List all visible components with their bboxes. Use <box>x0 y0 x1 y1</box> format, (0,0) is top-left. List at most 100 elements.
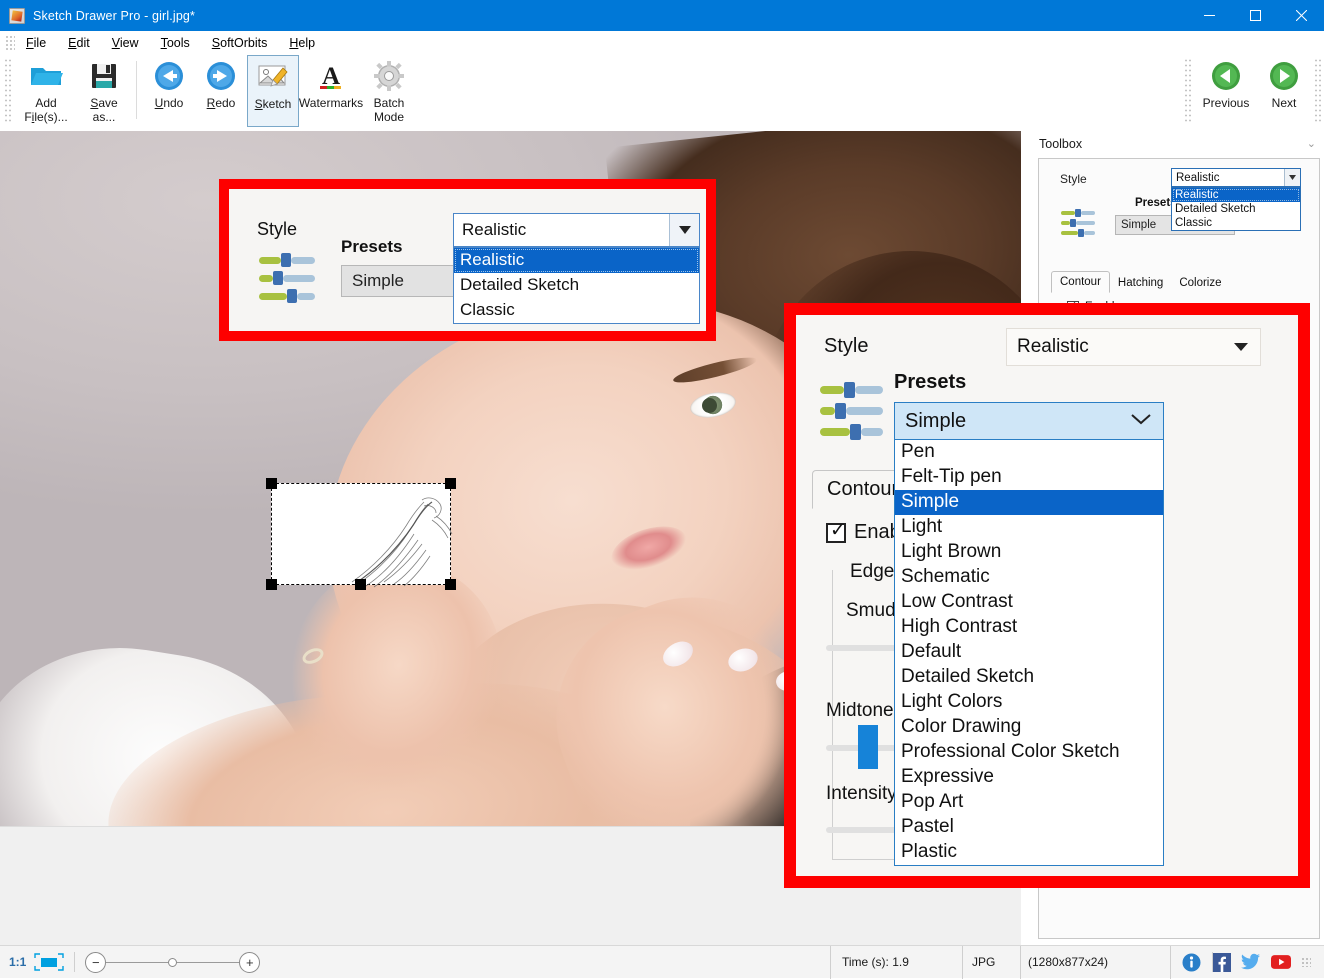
menu-item-help[interactable]: Help <box>278 33 326 53</box>
sliders-icon <box>1059 205 1097 248</box>
resize-grip-icon[interactable] <box>1301 957 1311 967</box>
preset-option-color-drawing[interactable]: Color Drawing <box>895 715 1163 740</box>
next-label: Next <box>1272 96 1297 110</box>
selection-handle-bottom-left[interactable] <box>266 579 277 590</box>
toolbox-style-combo[interactable]: Realistic <box>1171 168 1301 187</box>
toolbar-nav-group: Previous Next <box>1180 55 1324 127</box>
callout-presets-combo[interactable]: Simple <box>894 402 1164 440</box>
preset-option-plastic[interactable]: Plastic <box>895 840 1163 865</box>
selection-handle-bottom-center[interactable] <box>355 579 366 590</box>
chevron-down-icon[interactable] <box>1234 338 1248 356</box>
preset-option-light-brown[interactable]: Light Brown <box>895 540 1163 565</box>
preset-option-expressive[interactable]: Expressive <box>895 765 1163 790</box>
photo-pupil <box>702 398 717 413</box>
zoom-ratio-label[interactable]: 1:1 <box>9 955 26 969</box>
close-button[interactable] <box>1278 0 1324 31</box>
selection-marquee[interactable] <box>271 483 451 585</box>
floppy-disk-icon <box>90 59 118 93</box>
checkbox-icon[interactable] <box>826 523 846 543</box>
callout-style-combo[interactable]: Realistic <box>453 213 700 247</box>
callout-style-option-detailed-sketch[interactable]: Detailed Sketch <box>454 273 699 298</box>
preset-option-light[interactable]: Light <box>895 515 1163 540</box>
next-button[interactable]: Next <box>1258 55 1310 127</box>
menu-grip-icon <box>5 35 15 51</box>
selection-handle-top-left[interactable] <box>266 478 277 489</box>
chevron-down-icon[interactable]: ⌄ <box>1307 137 1316 150</box>
preset-option-pastel[interactable]: Pastel <box>895 815 1163 840</box>
preset-option-detailed-sketch[interactable]: Detailed Sketch <box>895 665 1163 690</box>
toolbox-style-option-classic[interactable]: Classic <box>1172 216 1300 230</box>
previous-button[interactable]: Previous <box>1194 55 1258 127</box>
preset-option-pen[interactable]: Pen <box>895 440 1163 465</box>
chevron-down-icon[interactable] <box>669 214 699 246</box>
toolbar: Add File(s)... Save as... <box>0 55 1324 131</box>
callout-presets-dropdown-list[interactable]: Pen Felt-Tip pen Simple Light Light Brow… <box>894 440 1164 866</box>
zoom-slider-thumb[interactable] <box>168 958 177 967</box>
chevron-down-icon[interactable] <box>1131 412 1151 430</box>
menu-view-rest: iew <box>120 36 139 50</box>
preset-option-high-contrast[interactable]: High Contrast <box>895 615 1163 640</box>
sketch-button[interactable]: Sketch <box>247 55 299 127</box>
zoom-in-button[interactable]: + <box>239 952 260 973</box>
zoom-slider-control[interactable]: − + <box>85 952 260 973</box>
minimize-button[interactable] <box>1186 0 1232 31</box>
zoom-track-left[interactable] <box>106 962 168 963</box>
callout-style-presets-value: Simple <box>352 271 404 291</box>
toolbar-nav-grip-icon[interactable] <box>1184 58 1192 124</box>
callout-midtones-slider-thumb[interactable] <box>858 725 878 769</box>
youtube-icon[interactable] <box>1271 952 1291 972</box>
save-as-label-2: as... <box>93 110 116 124</box>
toolbar-nav-grip-icon-2[interactable] <box>1314 58 1322 124</box>
toolbox-style-option-realistic[interactable]: Realistic <box>1172 188 1300 202</box>
undo-button[interactable]: Undo <box>143 55 195 127</box>
info-icon[interactable] <box>1181 952 1201 972</box>
toolbar-grip-icon[interactable] <box>4 58 12 124</box>
menu-item-view[interactable]: View <box>101 33 150 53</box>
toolbox-style-option-detailed-sketch[interactable]: Detailed Sketch <box>1172 202 1300 216</box>
toolbox-style-dropdown-list[interactable]: Realistic Detailed Sketch Classic <box>1171 187 1301 231</box>
tab-contour[interactable]: Contour <box>1051 271 1110 293</box>
sliders-icon <box>818 381 886 448</box>
zoom-out-button[interactable]: − <box>85 952 106 973</box>
preset-option-professional-color-sketch[interactable]: Professional Color Sketch <box>895 740 1163 765</box>
chevron-down-icon[interactable] <box>1284 169 1300 186</box>
preset-option-low-contrast[interactable]: Low Contrast <box>895 590 1163 615</box>
preset-option-pop-art[interactable]: Pop Art <box>895 790 1163 815</box>
callout-style-option-classic[interactable]: Classic <box>454 298 699 323</box>
redo-button[interactable]: Redo <box>195 55 247 127</box>
maximize-button[interactable] <box>1232 0 1278 31</box>
callout-presets-inner: Style Realistic Presets Contour Enable E… <box>796 315 1298 876</box>
status-separator-1 <box>74 952 75 972</box>
menu-item-file[interactable]: File <box>15 33 57 53</box>
watermarks-button[interactable]: A Watermarks <box>299 55 363 127</box>
window-title: Sketch Drawer Pro - girl.jpg* <box>33 9 195 23</box>
toolbox-style-value: Realistic <box>1172 172 1219 184</box>
add-files-button[interactable]: Add File(s)... <box>14 55 78 127</box>
menu-item-edit[interactable]: Edit <box>57 33 101 53</box>
callout-presets-style-value: Realistic <box>1007 336 1089 358</box>
selection-handle-bottom-right[interactable] <box>445 579 456 590</box>
menu-item-softorbits[interactable]: SoftOrbits <box>201 33 279 53</box>
previous-label: Previous <box>1203 96 1250 110</box>
preset-option-schematic[interactable]: Schematic <box>895 565 1163 590</box>
zoom-track-right[interactable] <box>177 962 239 963</box>
batch-mode-button[interactable]: Batch Mode <box>363 55 415 127</box>
save-as-button[interactable]: Save as... <box>78 55 130 127</box>
preset-option-light-colors[interactable]: Light Colors <box>895 690 1163 715</box>
fit-to-window-icon[interactable] <box>34 954 64 971</box>
twitter-icon[interactable] <box>1241 952 1261 972</box>
facebook-icon[interactable] <box>1211 952 1231 972</box>
menu-item-tools[interactable]: Tools <box>150 33 201 53</box>
image-dimensions-label: (1280x877x24) <box>1028 955 1108 969</box>
status-separator-4 <box>1020 946 1021 979</box>
selection-handle-top-right[interactable] <box>445 478 456 489</box>
preset-option-simple[interactable]: Simple <box>895 490 1163 515</box>
tab-hatching[interactable]: Hatching <box>1110 273 1171 293</box>
callout-presets-style-combo[interactable]: Realistic <box>1006 328 1261 366</box>
tab-colorize[interactable]: Colorize <box>1171 273 1229 293</box>
preset-option-felt-tip-pen[interactable]: Felt-Tip pen <box>895 465 1163 490</box>
callout-presets-dropdown: Style Realistic Presets Contour Enable E… <box>784 303 1310 888</box>
callout-style-option-realistic[interactable]: Realistic <box>454 248 699 273</box>
preset-option-default[interactable]: Default <box>895 640 1163 665</box>
callout-style-dropdown-list[interactable]: Realistic Detailed Sketch Classic <box>453 247 700 324</box>
